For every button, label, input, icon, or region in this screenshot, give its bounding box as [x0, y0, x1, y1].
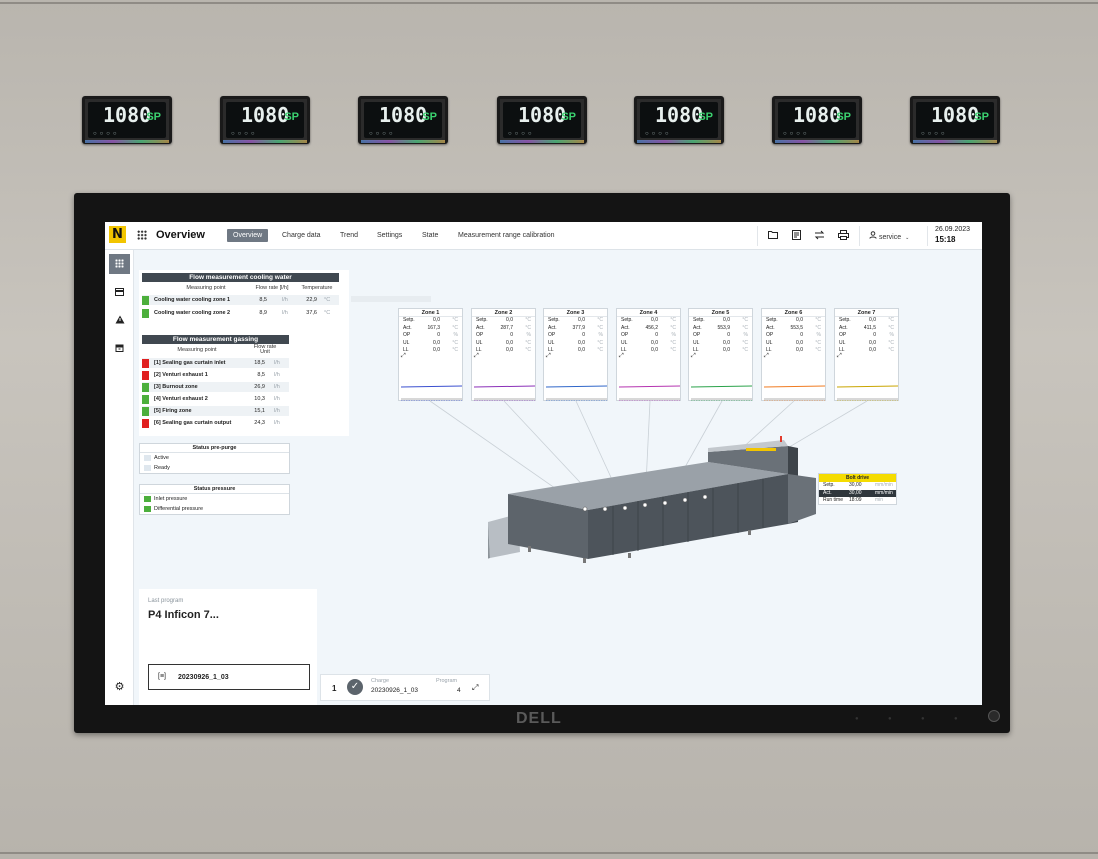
temperature-controller: 1080 SP ○○○○	[82, 96, 172, 144]
controller-display: 1080	[241, 103, 290, 127]
bolt-drive-row: Run time 18:09 min	[819, 497, 896, 505]
controller-display: 1080	[793, 103, 842, 127]
controller-mode: SP	[284, 111, 299, 123]
charge-input[interactable]: [≡] 20230926_1_03	[148, 664, 310, 690]
bolt-unit: mm/min	[875, 482, 893, 488]
cabinet-edge-bottom	[0, 852, 1098, 854]
controller-glow	[775, 140, 859, 143]
controller-mode: SP	[422, 111, 437, 123]
bolt-drive-row: Act. 30,00 mm/min	[819, 489, 896, 497]
bolt-value: 30,00	[849, 482, 862, 488]
controller-keys: ○○○○	[921, 131, 948, 137]
controller-glow	[223, 140, 307, 143]
bolt-unit: mm/min	[875, 489, 893, 496]
expand-icon[interactable]: ⤢	[472, 683, 478, 693]
controller-glow	[361, 140, 445, 143]
hmi-screen: N Overview Overview Charge data Trend Se…	[105, 222, 982, 705]
temperature-controller: 1080 SP ○○○○	[772, 96, 862, 144]
charge-input-value: 20230926_1_03	[178, 674, 229, 681]
program-value: 4	[457, 687, 461, 694]
controller-keys: ○○○○	[783, 131, 810, 137]
controller-mode: SP	[974, 111, 989, 123]
controller-mode: SP	[146, 111, 161, 123]
controller-display: 1080	[655, 103, 704, 127]
temperature-controller: 1080 SP ○○○○	[497, 96, 587, 144]
controller-display: 1080	[931, 103, 980, 127]
controller-keys: ○○○○	[645, 131, 672, 137]
temperature-controller: 1080 SP ○○○○	[220, 96, 310, 144]
charge-count: 1	[332, 684, 337, 693]
cabinet-edge-top	[0, 2, 1098, 4]
temperature-controller: 1080 SP ○○○○	[358, 96, 448, 144]
bolt-param: Run time	[823, 497, 844, 503]
monitor-brand-logo: DELL	[516, 710, 562, 727]
bezel-button: ●	[954, 716, 958, 722]
controller-mode: SP	[561, 111, 576, 123]
program-label: Program	[436, 678, 458, 684]
charge-label: Charge	[371, 678, 390, 684]
bolt-value: 18:09	[849, 497, 862, 503]
controller-mode: SP	[836, 111, 851, 123]
bezel-button: ●	[921, 716, 925, 722]
last-program-label: Last program	[148, 598, 184, 604]
controller-glow	[85, 140, 169, 143]
controller-display: 1080	[379, 103, 428, 127]
scan-icon: [≡]	[158, 673, 166, 680]
bolt-drive-title: Bolt drive	[819, 474, 896, 482]
controller-keys: ○○○○	[93, 131, 120, 137]
controller-mode: SP	[698, 111, 713, 123]
bolt-drive-panel: Bolt drive Setp. 30,00 mm/min Act. 30,00 mm/m…	[818, 473, 897, 505]
charge-value: 20230926_1_03	[371, 687, 418, 694]
power-button[interactable]	[988, 710, 1000, 722]
controller-glow	[500, 140, 584, 143]
charge-status-bar: 1 ✓ Charge 20230926_1_03 Program 4 ⤢	[320, 674, 490, 701]
bolt-param: Act.	[823, 489, 832, 496]
last-program-panel: Last program P4 Inficon 7... [≡] 2023092…	[139, 589, 317, 705]
bolt-value: 30,00	[849, 489, 862, 496]
controller-keys: ○○○○	[231, 131, 258, 137]
temperature-controller: 1080 SP ○○○○	[634, 96, 724, 144]
bezel-button: ●	[888, 716, 892, 722]
last-program-name: P4 Inficon 7...	[148, 609, 219, 621]
bolt-unit: min	[875, 497, 884, 503]
temperature-controller: 1080 SP ○○○○	[910, 96, 1000, 144]
controller-keys: ○○○○	[508, 131, 535, 137]
bolt-param: Setp.	[823, 482, 835, 488]
controller-keys: ○○○○	[369, 131, 396, 137]
controller-display: 1080	[103, 103, 152, 127]
controller-display: 1080	[518, 103, 567, 127]
check-icon: ✓	[347, 679, 363, 695]
controller-glow	[637, 140, 721, 143]
furnace-machine-illustration	[488, 436, 816, 563]
bezel-button: ●	[855, 716, 859, 722]
controller-glow	[913, 140, 997, 143]
bolt-drive-row: Setp. 30,00 mm/min	[819, 482, 896, 490]
